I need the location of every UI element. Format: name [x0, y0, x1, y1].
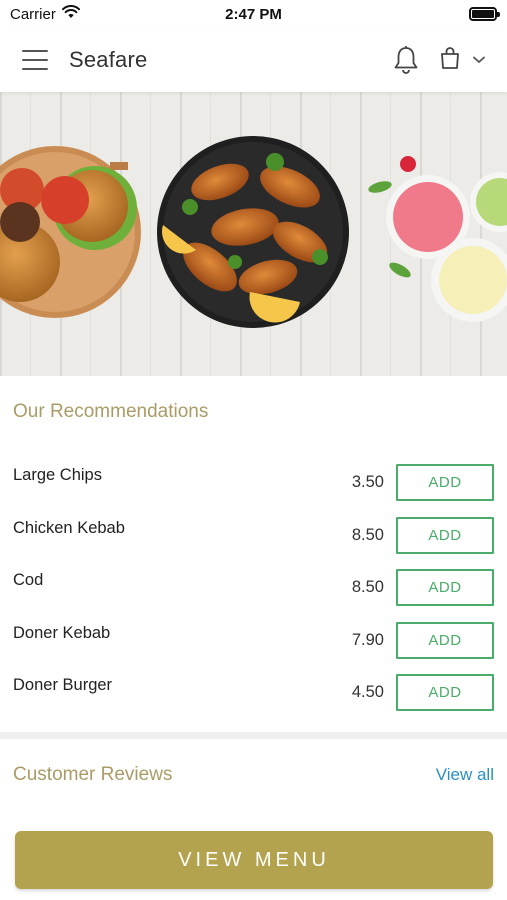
reviews-section: Customer Reviews View all — [0, 739, 507, 819]
wifi-icon — [61, 5, 80, 23]
shopping-bag-icon[interactable] — [439, 46, 461, 75]
list-item: Chicken Kebab 8.50 ADD — [0, 516, 507, 570]
app-header: Seafare — [0, 28, 507, 92]
status-bar: Carrier 2:47 PM — [0, 0, 507, 28]
item-price: 3.50 — [351, 473, 384, 491]
section-divider — [0, 732, 507, 739]
chevron-down-icon[interactable] — [473, 51, 485, 69]
add-button[interactable]: ADD — [396, 621, 494, 659]
reviews-title: Customer Reviews — [13, 764, 173, 785]
item-price: 8.50 — [351, 578, 384, 596]
list-item: Doner Burger 4.50 ADD — [0, 674, 507, 727]
cart-dropdown[interactable] — [439, 46, 485, 75]
item-name: Cod — [13, 571, 44, 589]
item-price: 7.90 — [351, 630, 384, 649]
battery-icon — [469, 7, 500, 21]
recommendations-list: Large Chips 3.50 ADD Chicken Kebab 8.50 … — [0, 464, 507, 727]
add-button[interactable]: ADD — [396, 569, 494, 606]
fried-chicken-illustration — [157, 136, 349, 328]
battery-level — [472, 10, 494, 18]
bell-icon[interactable] — [393, 45, 419, 75]
recommendations-title: Our Recommendations — [13, 401, 209, 422]
item-price: 4.50 — [351, 683, 384, 701]
add-button[interactable]: ADD — [396, 516, 494, 554]
add-button[interactable]: ADD — [396, 674, 494, 711]
carrier-label: Carrier — [10, 5, 56, 23]
carrier-group: Carrier — [10, 5, 80, 23]
item-name: Doner Kebab — [13, 623, 111, 642]
add-button[interactable]: ADD — [396, 464, 494, 501]
list-item: Cod 8.50 ADD — [0, 569, 507, 622]
list-item: Doner Kebab 7.90 ADD — [0, 621, 507, 675]
item-name: Large Chips — [13, 466, 102, 484]
item-name: Doner Burger — [13, 676, 113, 694]
item-name: Chicken Kebab — [13, 518, 125, 537]
list-item: Large Chips 3.50 ADD — [0, 464, 507, 517]
recommendations-section: Our Recommendations Large Chips 3.50 ADD… — [0, 376, 507, 732]
hero-food-image — [0, 92, 507, 376]
view-menu-button[interactable]: VIEW MENU — [15, 831, 493, 889]
header-actions — [393, 45, 485, 75]
menu-icon[interactable] — [22, 50, 48, 70]
hero-banner — [0, 92, 507, 376]
item-price: 8.50 — [351, 525, 384, 544]
view-all-link[interactable]: View all — [436, 765, 494, 785]
app-title: Seafare — [69, 47, 148, 72]
